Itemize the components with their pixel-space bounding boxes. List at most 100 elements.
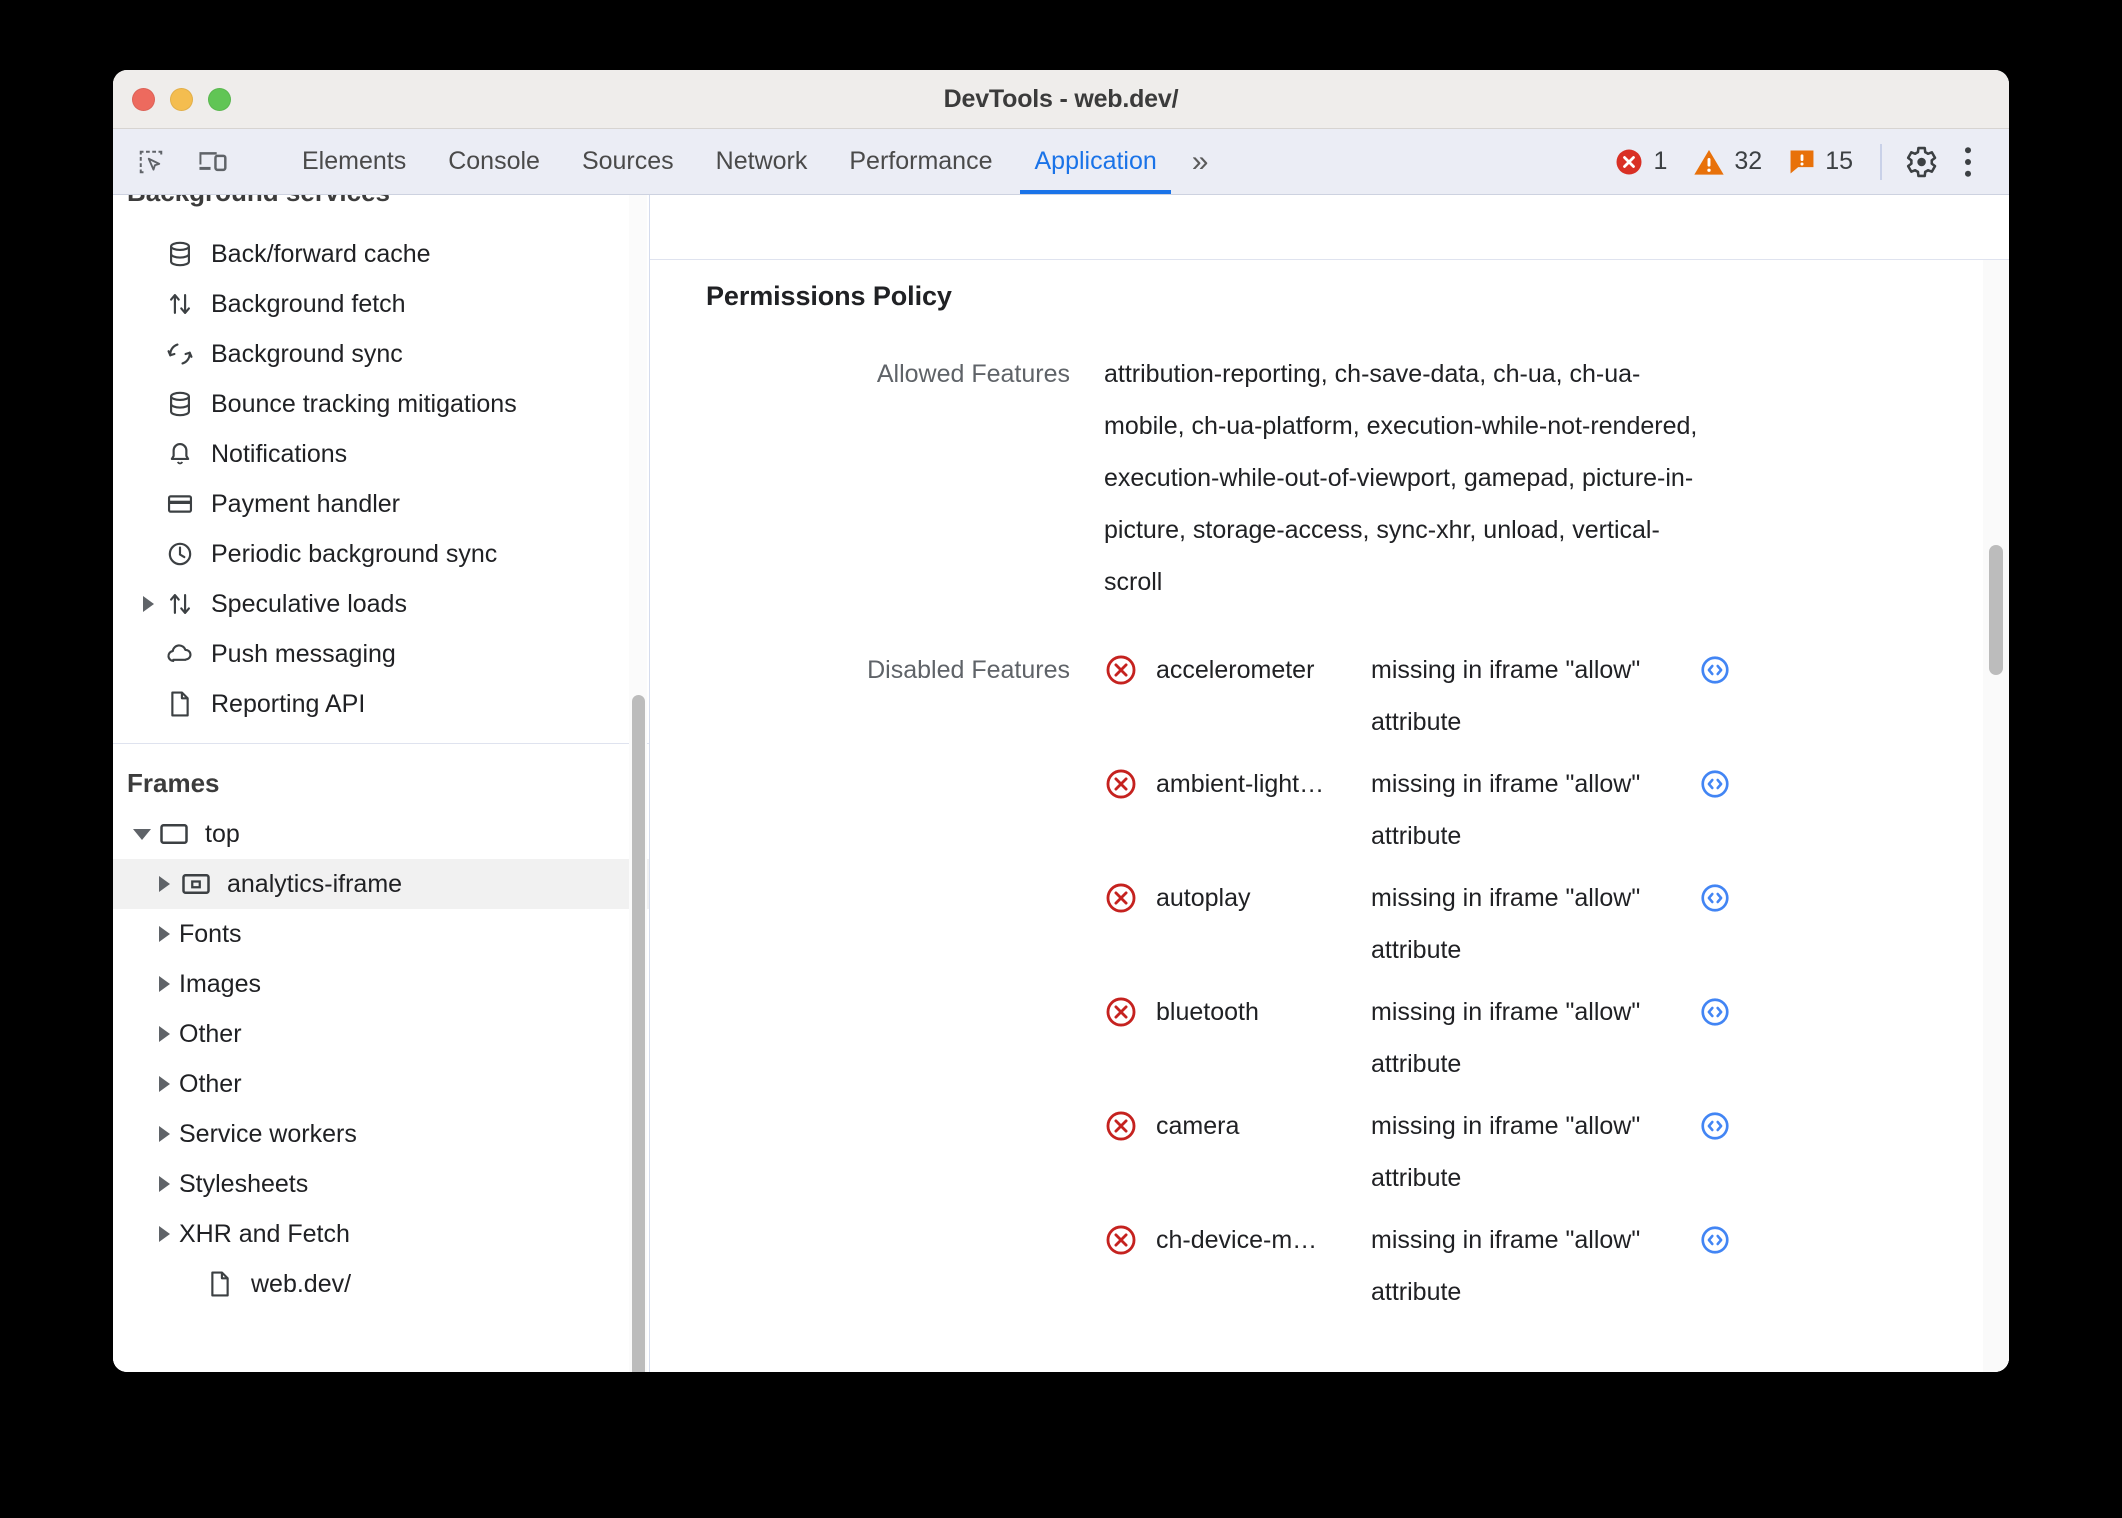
tab-performance[interactable]: Performance bbox=[828, 129, 1013, 194]
iframe-icon bbox=[179, 871, 213, 897]
frame-item-label: Other bbox=[179, 1069, 242, 1098]
twisty-collapsed-icon[interactable] bbox=[153, 976, 175, 992]
permissions-policy-panel: Permissions Policy Allowed Features attr… bbox=[650, 195, 2009, 1372]
application-sidebar[interactable]: Background services Back/forward cache bbox=[113, 195, 650, 1372]
twisty-collapsed-icon[interactable] bbox=[153, 1076, 175, 1092]
allowed-features-row: Allowed Features attribution-reporting, … bbox=[706, 348, 2009, 608]
frame-item-web-dev[interactable]: web.dev/ bbox=[113, 1259, 649, 1309]
error-circle-x-icon bbox=[1104, 986, 1156, 1038]
error-circle-x-icon bbox=[1104, 872, 1156, 924]
twisty-collapsed-icon[interactable] bbox=[153, 1176, 175, 1192]
circular-arrows-icon bbox=[163, 340, 197, 368]
issue-count: 15 bbox=[1825, 147, 1853, 175]
frame-item-other-1[interactable]: Other bbox=[113, 1009, 649, 1059]
sidebar-item-background-sync[interactable]: Background sync bbox=[113, 329, 649, 379]
frame-item-analytics-iframe[interactable]: analytics-iframe bbox=[113, 859, 649, 909]
gear-icon[interactable] bbox=[1896, 138, 1944, 186]
code-circle-icon[interactable] bbox=[1681, 758, 1769, 810]
sidebar-scrollbar-thumb[interactable] bbox=[632, 695, 645, 1372]
disabled-feature-item: autoplay missing in iframe "allow" attri… bbox=[1104, 872, 1769, 976]
devtools-body: Background services Back/forward cache bbox=[113, 195, 2009, 1372]
code-circle-icon[interactable] bbox=[1681, 1100, 1769, 1152]
feature-name: accelerometer bbox=[1156, 656, 1315, 684]
sidebar-item-label: Payment handler bbox=[211, 489, 401, 518]
panel-divider bbox=[650, 259, 2009, 260]
panel-tabs: Elements Console Sources Network Perform… bbox=[281, 129, 1224, 194]
frame-item-stylesheets[interactable]: Stylesheets bbox=[113, 1159, 649, 1209]
code-circle-icon[interactable] bbox=[1681, 872, 1769, 924]
disabled-feature-item: ch-device-m… missing in iframe "allow" a… bbox=[1104, 1214, 1769, 1318]
tab-console[interactable]: Console bbox=[427, 129, 561, 194]
kebab-menu-icon[interactable] bbox=[1944, 138, 1992, 186]
toolbar-right: 1 32 15 bbox=[1601, 129, 2009, 194]
frame-item-fonts[interactable]: Fonts bbox=[113, 909, 649, 959]
sidebar-item-label: Periodic background sync bbox=[211, 539, 498, 568]
error-circle-x-icon bbox=[1104, 1100, 1156, 1152]
cloud-icon bbox=[163, 639, 197, 669]
frame-item-top[interactable]: top bbox=[113, 809, 649, 859]
twisty-expanded-icon[interactable] bbox=[131, 828, 153, 840]
sidebar-item-back-forward-cache[interactable]: Back/forward cache bbox=[113, 229, 649, 279]
twisty-collapsed-icon[interactable] bbox=[137, 596, 159, 612]
frames-section: Frames top analytics-iframe Fonts Images… bbox=[113, 744, 649, 1309]
sidebar-item-background-fetch[interactable]: Background fetch bbox=[113, 279, 649, 329]
sidebar-item-bounce-tracking-mitigations[interactable]: Bounce tracking mitigations bbox=[113, 379, 649, 429]
tab-application[interactable]: Application bbox=[1013, 129, 1177, 194]
twisty-collapsed-icon[interactable] bbox=[153, 926, 175, 942]
frame-item-label: Other bbox=[179, 1019, 242, 1048]
issues-counter[interactable]: 15 bbox=[1775, 147, 1866, 176]
frame-item-images[interactable]: Images bbox=[113, 959, 649, 1009]
frame-item-service-workers[interactable]: Service workers bbox=[113, 1109, 649, 1159]
page-title: Permissions Policy bbox=[706, 281, 952, 311]
sync-arrows-icon bbox=[163, 290, 197, 318]
more-tabs-chevron-icon[interactable]: » bbox=[1178, 129, 1225, 194]
feature-name: autoplay bbox=[1156, 884, 1251, 912]
sidebar-item-payment-handler[interactable]: Payment handler bbox=[113, 479, 649, 529]
error-circle-x-icon bbox=[1616, 149, 1642, 174]
tab-elements[interactable]: Elements bbox=[281, 129, 427, 194]
twisty-collapsed-icon[interactable] bbox=[153, 1126, 175, 1142]
sidebar-item-push-messaging[interactable]: Push messaging bbox=[113, 629, 649, 679]
panel-scrollbar[interactable] bbox=[1983, 260, 2009, 1372]
allowed-features-label: Allowed Features bbox=[876, 360, 1070, 388]
feature-reason: missing in iframe "allow" attribute bbox=[1371, 1112, 1641, 1192]
background-services-title: Background services bbox=[113, 195, 390, 208]
feature-name: camera bbox=[1156, 1112, 1240, 1140]
frame-item-label: XHR and Fetch bbox=[179, 1219, 350, 1248]
sidebar-item-label: Background sync bbox=[211, 339, 403, 368]
sidebar-item-periodic-background-sync[interactable]: Periodic background sync bbox=[113, 529, 649, 579]
inspect-element-icon[interactable] bbox=[129, 140, 173, 184]
toolbar-divider-right bbox=[1880, 143, 1882, 180]
bell-icon bbox=[163, 440, 197, 468]
feature-reason: missing in iframe "allow" attribute bbox=[1371, 1226, 1641, 1306]
feature-reason: missing in iframe "allow" attribute bbox=[1371, 884, 1641, 964]
code-circle-icon[interactable] bbox=[1681, 986, 1769, 1038]
feature-name: bluetooth bbox=[1156, 998, 1259, 1026]
device-toolbar-icon[interactable] bbox=[191, 140, 235, 184]
sidebar-item-notifications[interactable]: Notifications bbox=[113, 429, 649, 479]
credit-card-icon bbox=[163, 490, 197, 518]
frame-item-xhr-and-fetch[interactable]: XHR and Fetch bbox=[113, 1209, 649, 1259]
sidebar-item-reporting-api[interactable]: Reporting API bbox=[113, 679, 649, 729]
disabled-feature-item: accelerometer missing in iframe "allow" … bbox=[1104, 644, 1769, 748]
tab-sources[interactable]: Sources bbox=[561, 129, 695, 194]
disabled-feature-item: ambient-light… missing in iframe "allow"… bbox=[1104, 758, 1769, 862]
twisty-collapsed-icon[interactable] bbox=[153, 1026, 175, 1042]
frame-item-label: Images bbox=[179, 969, 261, 998]
sidebar-scrollbar[interactable] bbox=[629, 195, 647, 1372]
sidebar-item-label: Back/forward cache bbox=[211, 239, 431, 268]
window-title: DevTools - web.dev/ bbox=[943, 84, 1179, 113]
error-circle-x-icon bbox=[1104, 1214, 1156, 1266]
sidebar-item-label: Background fetch bbox=[211, 289, 406, 318]
panel-scrollbar-thumb[interactable] bbox=[1989, 545, 2003, 675]
twisty-collapsed-icon[interactable] bbox=[153, 1226, 175, 1242]
sidebar-item-speculative-loads[interactable]: Speculative loads bbox=[113, 579, 649, 629]
code-circle-icon[interactable] bbox=[1681, 1214, 1769, 1266]
frame-item-other-2[interactable]: Other bbox=[113, 1059, 649, 1109]
warning-counter[interactable]: 32 bbox=[1680, 147, 1775, 177]
error-counter[interactable]: 1 bbox=[1601, 147, 1680, 177]
document-icon bbox=[203, 1270, 237, 1298]
tab-network[interactable]: Network bbox=[695, 129, 829, 194]
twisty-collapsed-icon[interactable] bbox=[153, 876, 175, 892]
code-circle-icon[interactable] bbox=[1681, 644, 1769, 696]
